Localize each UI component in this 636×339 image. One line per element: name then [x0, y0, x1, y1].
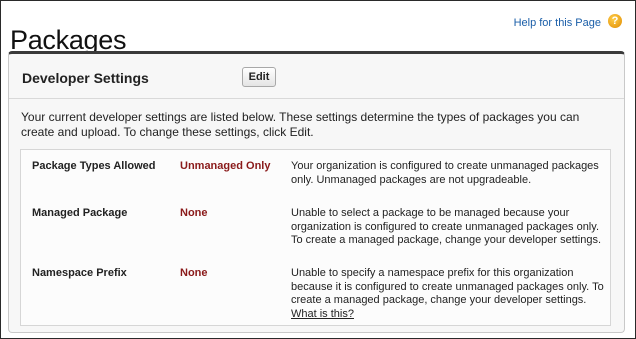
- setting-description: Unable to specify a namespace prefix for…: [291, 267, 607, 321]
- setting-value: None: [180, 267, 208, 279]
- edit-button[interactable]: Edit: [242, 67, 276, 87]
- help-link[interactable]: Help for this Page: [514, 17, 601, 29]
- setting-label: Managed Package: [32, 207, 128, 219]
- setting-label: Package Types Allowed: [32, 160, 156, 172]
- panel-header: Developer Settings Edit: [9, 54, 624, 99]
- setting-description: Unable to select a package to be managed…: [291, 207, 602, 246]
- window-frame: Packages Help for this Page ? Developer …: [0, 0, 636, 339]
- intro-text: Your current developer settings are list…: [21, 110, 580, 139]
- setting-label: Namespace Prefix: [32, 267, 127, 279]
- developer-settings-panel: Developer Settings Edit Your current dev…: [8, 51, 625, 333]
- what-is-this-link[interactable]: What is this?: [291, 308, 354, 320]
- help-icon[interactable]: ?: [608, 14, 622, 28]
- setting-value: None: [180, 207, 208, 219]
- setting-description-text: Unable to specify a namespace prefix for…: [291, 267, 604, 306]
- setting-description: Your organization is configured to creat…: [291, 160, 599, 186]
- panel-title: Developer Settings: [22, 70, 149, 86]
- setting-value: Unmanaged Only: [180, 160, 271, 172]
- settings-table: Package Types Allowed Unmanaged Only You…: [20, 149, 611, 326]
